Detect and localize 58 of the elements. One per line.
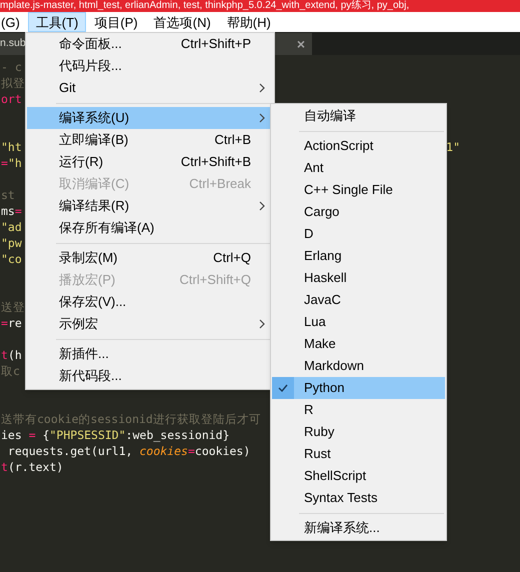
- code-line: "ht: [0, 139, 22, 156]
- code-line: "ad: [0, 219, 22, 236]
- menu-item[interactable]: Rust: [272, 443, 445, 465]
- menu-item[interactable]: Syntax Tests: [272, 487, 445, 509]
- menu-item[interactable]: 保存宏(V)...: [27, 291, 273, 313]
- menu-item[interactable]: C++ Single File: [272, 179, 445, 201]
- code-line: "co: [0, 251, 22, 268]
- menu-bar-item[interactable]: 首选项(N): [146, 12, 219, 32]
- menu-item[interactable]: 命令面板... Ctrl+Shift+P: [27, 33, 273, 55]
- menu-item[interactable]: 立即编译(B) Ctrl+B: [27, 129, 273, 151]
- menu-item[interactable]: ActionScript: [272, 135, 445, 157]
- code-line: =re: [0, 315, 22, 332]
- window-title: mplate.js-master, html_test, erlianAdmin, test, thinkphp_5.0.24_with_extend, py练习, py_obj,: [0, 0, 410, 12]
- code-line: requests.get(url1, cookies=cookies): [6, 443, 250, 460]
- code-line: ies = {"PHPSESSID":web_sessionid}: [0, 427, 230, 444]
- menu-item[interactable]: 运行(R) Ctrl+Shift+B: [27, 151, 273, 173]
- menu-bar-item[interactable]: (G): [0, 12, 28, 32]
- menu-item[interactable]: Git: [27, 77, 273, 99]
- menu-item[interactable]: 自动编译: [272, 105, 445, 127]
- menu-item[interactable]: 代码片段...: [27, 55, 273, 77]
- menu-item[interactable]: JavaC: [272, 289, 445, 311]
- menu-item[interactable]: 编译结果(R): [27, 195, 273, 217]
- code-line: st: [0, 187, 15, 204]
- code-line: ort: [0, 91, 22, 108]
- menu-item[interactable]: 新代码段...: [27, 365, 273, 387]
- menu-item[interactable]: Lua: [272, 311, 445, 333]
- menu-item[interactable]: 新编译系统...: [272, 517, 445, 539]
- code-line: - c: [0, 59, 22, 76]
- code-line: t(r.text): [0, 459, 64, 476]
- menu-bar-item[interactable]: 帮助(H): [218, 12, 279, 32]
- menu-item[interactable]: ShellScript: [272, 465, 445, 487]
- menu-item[interactable]: D: [272, 223, 445, 245]
- code-line: 送带有cookie的sessionid进行获取登陆后才可: [0, 411, 261, 428]
- menu-item[interactable]: 录制宏(M) Ctrl+Q: [27, 247, 273, 269]
- menu-bar-item[interactable]: 工具(T): [28, 12, 86, 32]
- menu-item[interactable]: 示例宏: [27, 313, 273, 335]
- menu-item[interactable]: R: [272, 399, 445, 421]
- menu-item[interactable]: 编译系统(U): [27, 107, 273, 129]
- menu-item[interactable]: Haskell: [272, 267, 445, 289]
- close-icon[interactable]: ×: [296, 34, 305, 54]
- code-line: "pw: [0, 235, 22, 252]
- code-line: ="h: [0, 155, 22, 172]
- menu-item[interactable]: Python: [272, 377, 445, 399]
- code-line: 取c: [0, 363, 20, 380]
- menu-bar-item[interactable]: 项目(P): [86, 12, 146, 32]
- menu-item[interactable]: Markdown: [272, 355, 445, 377]
- code-line: ms=: [0, 203, 22, 220]
- menu-item[interactable]: 保存所有编译(A): [27, 217, 273, 239]
- menu-item[interactable]: Ant: [272, 157, 445, 179]
- menu-item[interactable]: 新插件...: [27, 343, 273, 365]
- menu-item[interactable]: Cargo: [272, 201, 445, 223]
- code-line: 送登: [0, 299, 25, 316]
- code-text: 1": [446, 139, 460, 156]
- menu-item[interactable]: Ruby: [272, 421, 445, 443]
- menu-item[interactable]: Erlang: [272, 245, 445, 267]
- code-line: 拟登: [0, 75, 25, 92]
- code-line: t(h: [0, 347, 22, 364]
- menu-item[interactable]: Make: [272, 333, 445, 355]
